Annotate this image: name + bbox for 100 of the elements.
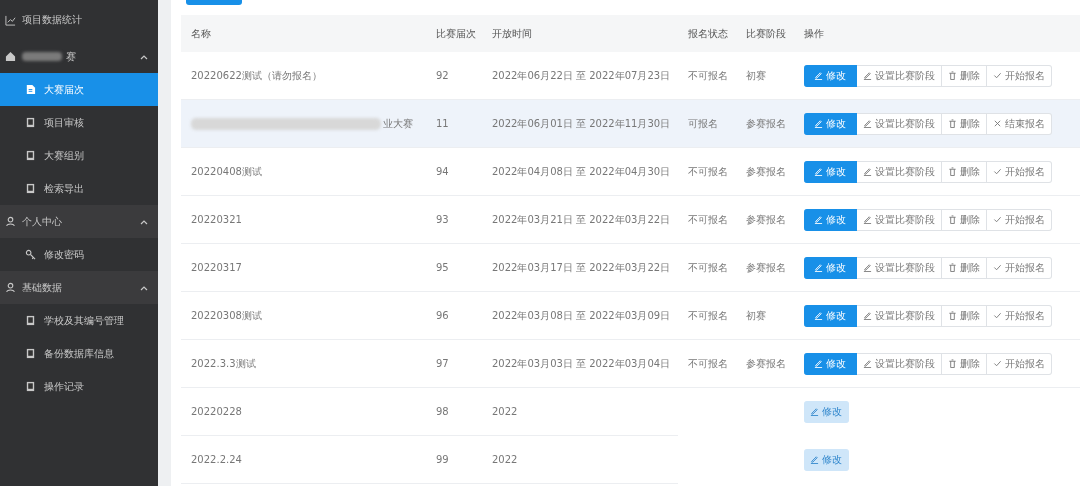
table-cell: 97	[436, 358, 449, 369]
table-cell: 2022年03月17日 至 2022年03月22日	[492, 260, 671, 275]
edit-button[interactable]: 修改	[804, 400, 849, 423]
table-cell: 20220321	[191, 214, 242, 225]
document-icon	[25, 348, 36, 359]
pencil-icon	[814, 167, 823, 176]
group-label: 基础数据	[22, 280, 62, 295]
trash-icon	[948, 119, 957, 128]
registration-toggle-button[interactable]: 开始报名	[987, 352, 1052, 375]
table-cell: 98	[436, 406, 449, 417]
pencil-icon	[814, 215, 823, 224]
trash-icon	[948, 71, 957, 80]
sidebar-item[interactable]: 学校及其编号管理	[0, 304, 158, 337]
set-stage-button[interactable]: 设置比赛阶段	[857, 352, 942, 375]
delete-button[interactable]: 删除	[942, 304, 987, 327]
sidebar-item-label: 检索导出	[44, 181, 84, 196]
table-cell: 参赛报名	[746, 116, 786, 131]
table-cell: 92	[436, 70, 449, 81]
sidebar-item[interactable]: 备份数据库信息	[0, 337, 158, 370]
sidebar-item[interactable]: 大赛组别	[0, 139, 158, 172]
table-cell: 2022年03月21日 至 2022年03月22日	[492, 212, 671, 227]
table-cell: 参赛报名	[746, 164, 786, 179]
registration-toggle-button[interactable]: 结束报名	[987, 112, 1052, 135]
check-icon	[993, 215, 1002, 224]
edit-button[interactable]: 修改	[804, 448, 849, 471]
document-icon	[25, 150, 36, 161]
column-header: 操作	[794, 15, 1080, 52]
column-header: 报名状态	[678, 15, 736, 52]
chart-icon	[5, 14, 16, 26]
table-cell: 不可报名	[688, 212, 728, 227]
sidebar-item[interactable]: 修改密码	[0, 238, 158, 271]
pencil-icon	[814, 311, 823, 320]
sidebar-item[interactable]: 大赛届次	[0, 73, 158, 106]
set-stage-button[interactable]: 设置比赛阶段	[857, 256, 942, 279]
table-cell: 不可报名	[688, 164, 728, 179]
edit-button[interactable]: 修改	[804, 112, 857, 135]
table-cell: 95	[436, 262, 449, 273]
trash-icon	[948, 311, 957, 320]
pencil-icon	[810, 407, 819, 416]
delete-button[interactable]: 删除	[942, 208, 987, 231]
edit-button[interactable]: 修改	[804, 256, 857, 279]
button[interactable]	[186, 0, 242, 5]
table-cell: 不可报名	[688, 308, 728, 323]
table-cell: 20220228	[191, 406, 242, 417]
document-icon	[25, 381, 36, 392]
table-cell: 20220622测试（请勿报名）	[191, 68, 322, 83]
check-icon	[993, 359, 1002, 368]
table-cell: 不可报名	[688, 68, 728, 83]
sidebar-item[interactable]: 项目数据统计	[0, 0, 158, 40]
sidebar-item[interactable]: 操作记录	[0, 370, 158, 403]
set-stage-button[interactable]: 设置比赛阶段	[857, 208, 942, 231]
user-icon	[5, 216, 16, 227]
delete-button[interactable]: 删除	[942, 112, 987, 135]
registration-toggle-button[interactable]: 开始报名	[987, 208, 1052, 231]
key-icon	[25, 249, 36, 260]
check-icon	[993, 71, 1002, 80]
registration-toggle-button[interactable]: 开始报名	[987, 304, 1052, 327]
registration-toggle-button[interactable]: 开始报名	[987, 64, 1052, 87]
sidebar-item[interactable]: 检索导出	[0, 172, 158, 205]
chevron-up-icon	[140, 286, 148, 291]
check-icon	[993, 263, 1002, 272]
chevron-up-icon	[140, 55, 148, 60]
edit-button[interactable]: 修改	[804, 304, 857, 327]
table-cell: 94	[436, 166, 449, 177]
sidebar-item[interactable]: 项目审核	[0, 106, 158, 139]
sidebar-item-label: 项目数据统计	[22, 13, 82, 27]
table-cell: 93	[436, 214, 449, 225]
edit-button[interactable]: 修改	[804, 160, 857, 183]
delete-button[interactable]: 删除	[942, 352, 987, 375]
column-header: 开放时间	[482, 15, 678, 52]
edit-button[interactable]: 修改	[804, 64, 857, 87]
set-stage-button[interactable]: 设置比赛阶段	[857, 64, 942, 87]
table-cell: 2022年06月01日 至 2022年11月30日	[492, 116, 671, 131]
document-icon	[25, 315, 36, 326]
group-label: 赛	[66, 49, 76, 64]
set-stage-button[interactable]: 设置比赛阶段	[857, 160, 942, 183]
table-cell: 2022年03月08日 至 2022年03月09日	[492, 308, 671, 323]
set-stage-button[interactable]: 设置比赛阶段	[857, 112, 942, 135]
delete-button[interactable]: 删除	[942, 64, 987, 87]
pencil-icon	[863, 119, 872, 128]
table-cell: 不可报名	[688, 356, 728, 371]
table-cell: 2022年06月22日 至 2022年07月23日	[492, 68, 671, 83]
sidebar-group-header[interactable]: 赛	[0, 40, 158, 73]
table-cell: 业大赛	[383, 116, 413, 131]
edit-button[interactable]: 修改	[804, 208, 857, 231]
sidebar-group-header[interactable]: 基础数据	[0, 271, 158, 304]
sidebar-item-label: 大赛届次	[44, 82, 84, 97]
set-stage-button[interactable]: 设置比赛阶段	[857, 304, 942, 327]
registration-toggle-button[interactable]: 开始报名	[987, 256, 1052, 279]
table-cell: 2022.2.24	[191, 454, 242, 465]
registration-toggle-button[interactable]: 开始报名	[987, 160, 1052, 183]
table-cell: 20220308测试	[191, 308, 262, 323]
sidebar-group-header[interactable]: 个人中心	[0, 205, 158, 238]
table-cell: 96	[436, 310, 449, 321]
delete-button[interactable]: 删除	[942, 160, 987, 183]
blurred-text	[22, 52, 62, 61]
pencil-icon	[814, 119, 823, 128]
delete-button[interactable]: 删除	[942, 256, 987, 279]
edit-button[interactable]: 修改	[804, 352, 857, 375]
table-cell: 20220317	[191, 262, 242, 273]
